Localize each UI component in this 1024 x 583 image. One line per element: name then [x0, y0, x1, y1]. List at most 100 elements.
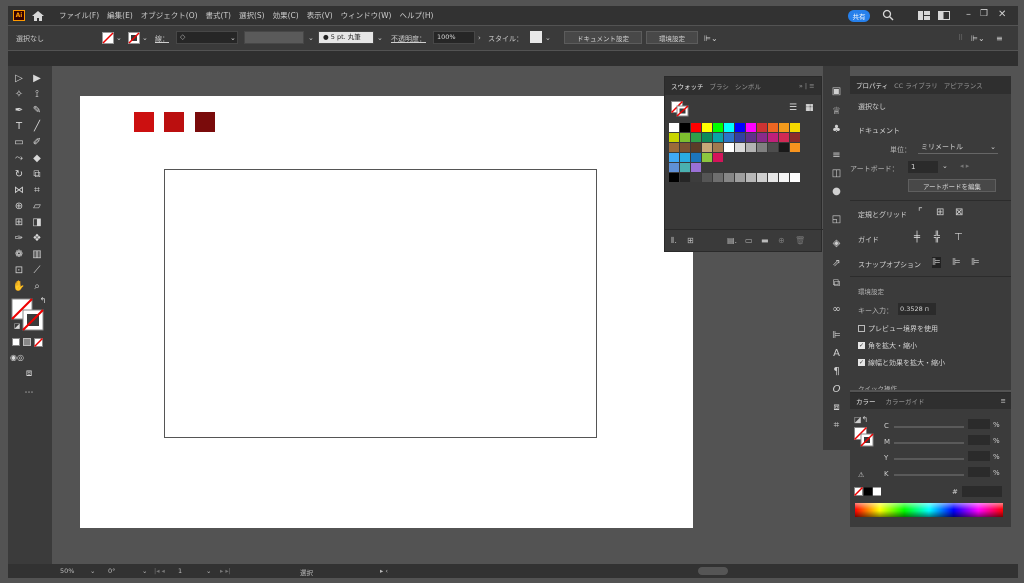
snap-pixel-icon[interactable]: ⊫ [971, 257, 980, 268]
swatch-cell[interactable] [735, 133, 745, 142]
chevron-down-icon[interactable]: ⌄ [377, 34, 383, 42]
swatch-cell[interactable] [768, 133, 778, 142]
tab-color-guide[interactable]: カラーガイド [886, 396, 925, 406]
lasso-tool-icon[interactable]: ⟟ [30, 88, 44, 101]
symbol-sprayer-tool-icon[interactable]: ❁ [12, 248, 26, 261]
swatch-cell[interactable] [724, 133, 734, 142]
chevron-right-icon[interactable]: › [478, 34, 481, 42]
swatch-cell[interactable] [768, 143, 778, 152]
align-icon[interactable]: ⊫ [830, 330, 843, 342]
swatch-cell[interactable] [669, 133, 679, 142]
appearance-icon[interactable]: ● [830, 186, 843, 198]
swatch-cell[interactable] [790, 143, 800, 152]
status-menu-icon[interactable]: ▸ ‹ [380, 567, 388, 575]
chevron-down-icon[interactable]: ⌄ [142, 34, 148, 42]
gradient-icon[interactable]: ◫ [830, 168, 843, 180]
transform-icon[interactable]: ⌗ [830, 420, 843, 432]
shape-builder-tool-icon[interactable]: ⊕ [12, 200, 26, 213]
swatch-cell[interactable] [757, 173, 767, 182]
blend-tool-icon[interactable]: ❖ [30, 232, 44, 245]
swatch-cell[interactable] [669, 173, 679, 182]
color-spectrum[interactable] [855, 503, 1003, 517]
artboard-field[interactable]: 1 [908, 161, 938, 173]
swatch-cell[interactable] [768, 173, 778, 182]
opacity-field[interactable]: 100% [433, 31, 475, 44]
document-settings-button[interactable]: ドキュメント設定 [564, 31, 642, 44]
pen-tool-icon[interactable]: ✒ [12, 104, 26, 117]
swatch-cell[interactable] [669, 143, 679, 152]
chevron-down-icon[interactable]: ⌄ [308, 34, 314, 42]
export-icon[interactable]: ⇗ [830, 258, 843, 270]
tab-cc-libraries[interactable]: CC ライブラリ [894, 80, 938, 90]
artboard-tool-icon[interactable]: ⊡ [12, 264, 26, 277]
swatch-cell[interactable] [691, 153, 701, 162]
share-button[interactable]: 共有 [848, 10, 870, 22]
stroke-weight-field[interactable]: ◇ [176, 31, 238, 44]
quick-swatches-icon[interactable] [854, 487, 882, 496]
red-square-2[interactable] [164, 112, 184, 132]
pathfinder-icon[interactable]: ⧈ [830, 402, 843, 414]
menu-type[interactable]: 書式(T) [206, 10, 231, 21]
channel-m-slider[interactable] [894, 442, 964, 444]
swatch-cell[interactable] [724, 143, 734, 152]
swatch-cell[interactable] [669, 153, 679, 162]
swatch-cell[interactable] [735, 173, 745, 182]
screen-mode-icon[interactable]: ⧈ [22, 367, 36, 380]
chevron-down-icon[interactable]: ⌄ [545, 34, 551, 42]
stroke-none-icon[interactable] [128, 32, 140, 44]
channel-m-field[interactable] [968, 435, 990, 445]
align-icon[interactable]: ⊫⌄ [704, 34, 718, 43]
default-fill-stroke-icon[interactable]: ◪ [10, 320, 24, 333]
swatch-cell[interactable] [680, 173, 690, 182]
character-icon[interactable]: A [830, 348, 843, 360]
tab-color[interactable]: カラー [856, 396, 876, 406]
draw-mode-icon[interactable]: ◉◎ [10, 351, 24, 364]
swatch-cell[interactable] [779, 123, 789, 132]
tab-appearance[interactable]: アピアランス [944, 80, 983, 90]
menu-object[interactable]: オブジェクト(O) [141, 10, 198, 21]
swatch-cell[interactable] [713, 143, 723, 152]
links-icon[interactable]: ∞ [830, 304, 843, 316]
show-guides-icon[interactable]: ╪ [914, 232, 920, 243]
default-colors-icon[interactable]: ◪↰ [854, 415, 868, 424]
menu-effect[interactable]: 効果(C) [273, 10, 299, 21]
swatch-cell[interactable] [680, 153, 690, 162]
swatch-cell[interactable] [757, 133, 767, 142]
swatch-cell[interactable] [746, 143, 756, 152]
menu-view[interactable]: 表示(V) [307, 10, 333, 21]
swatch-cell[interactable] [669, 163, 679, 172]
type-tool-icon[interactable]: T [12, 120, 26, 133]
next-last-artboard-icon[interactable]: ▸ ▸| [220, 567, 231, 575]
fill-stroke-icon[interactable] [854, 427, 874, 447]
grid-view-icon[interactable]: ▦ [805, 103, 814, 113]
smart-guides-icon[interactable]: ⊤ [954, 232, 963, 243]
trash-icon[interactable]: 🗑 [795, 236, 805, 245]
search-icon[interactable] [882, 9, 894, 21]
swatch-cell[interactable] [702, 123, 712, 132]
chevron-down-icon[interactable]: ⌄ [90, 567, 95, 575]
swatch-cell[interactable] [691, 143, 701, 152]
chevron-down-icon[interactable]: ⌄ [206, 567, 211, 575]
channel-y-slider[interactable] [894, 458, 964, 460]
menu-select[interactable]: 選択(S) [239, 10, 265, 21]
color-group-icon[interactable]: ▭ [745, 236, 753, 245]
unit-dropdown[interactable]: ミリメートル ⌄ [918, 141, 998, 154]
menu-window[interactable]: ウィンドウ(W) [341, 10, 392, 21]
scale-strokes-checkbox[interactable]: ✓ [858, 359, 865, 366]
artboard-number[interactable]: 1 [178, 567, 182, 575]
preview-bounds-checkbox[interactable] [858, 325, 865, 332]
workspace-icon[interactable] [918, 11, 930, 20]
swatch-cell[interactable] [680, 123, 690, 132]
library-menu-icon[interactable]: ⫴. [671, 236, 677, 246]
minimize-icon[interactable]: – [966, 9, 971, 20]
chevron-down-icon[interactable]: ⌄ [142, 567, 147, 575]
swap-fill-stroke-icon[interactable]: ↰ [36, 294, 50, 307]
tab-brushes[interactable]: ブラシ [710, 81, 729, 91]
tab-properties[interactable]: プロパティ [856, 80, 888, 90]
channel-y-field[interactable] [968, 451, 990, 461]
pixel-grid-icon[interactable]: ⊠ [955, 207, 963, 218]
swatch-cell[interactable] [790, 123, 800, 132]
swatch-cell[interactable] [713, 133, 723, 142]
scale-corners-checkbox[interactable]: ✓ [858, 342, 865, 349]
snap-icon[interactable]: ⊫⌄ [971, 34, 985, 43]
